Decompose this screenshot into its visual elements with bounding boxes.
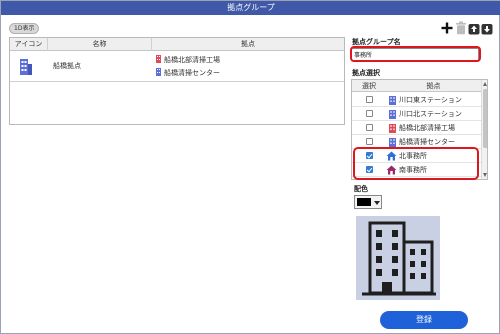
download-icon[interactable] xyxy=(481,21,493,35)
scroll-down-icon[interactable] xyxy=(483,173,487,177)
count-badge: 1D表示 xyxy=(9,23,40,34)
group-table: アイコン 名称 拠点 船橋拠点 船橋北部清掃工場 船橋清掃センター xyxy=(9,37,345,125)
base-select-label: 拠点選択 xyxy=(352,69,380,77)
building-icon xyxy=(389,96,396,105)
list-item[interactable]: 川口東ステーション xyxy=(352,93,481,107)
column-header-base: 拠点 xyxy=(426,82,441,90)
register-button[interactable]: 登録 xyxy=(380,311,468,329)
upload-icon[interactable] xyxy=(468,21,480,35)
building-icon xyxy=(389,124,396,133)
chevron-down-icon xyxy=(374,201,380,205)
row-base-item: 船橋清掃センター xyxy=(156,68,220,78)
row-base-label: 船橋北部清掃工場 xyxy=(164,56,220,64)
building-icon xyxy=(20,59,32,75)
column-header-name: 名称 xyxy=(48,38,152,51)
row-name: 船橋拠点 xyxy=(53,62,81,70)
row-base-label: 船橋清掃センター xyxy=(164,69,220,77)
color-swatch xyxy=(357,198,371,206)
base-label: 川口北ステーション xyxy=(399,110,462,118)
base-label: 川口東ステーション xyxy=(399,96,462,104)
select-checkbox[interactable] xyxy=(366,96,373,103)
column-header-icon: アイコン xyxy=(10,38,48,51)
dialog-window: 拠点グループ 1D表示 アイコン 名称 拠点 船橋拠点 船橋北部清掃工場 船橋清… xyxy=(0,0,500,334)
window-title: 拠点グループ xyxy=(1,1,500,15)
scroll-thumb[interactable] xyxy=(483,89,487,148)
add-icon[interactable] xyxy=(441,21,453,35)
scrollbar[interactable] xyxy=(481,80,487,179)
building-icon xyxy=(362,221,436,296)
highlight-frame xyxy=(353,147,479,180)
building-icon xyxy=(389,138,396,147)
building-icon xyxy=(156,55,161,63)
list-item[interactable]: 船橋北部清掃工場 xyxy=(352,121,481,135)
delete-icon[interactable] xyxy=(455,21,467,35)
building-icon xyxy=(389,110,396,119)
row-base-item: 船橋北部清掃工場 xyxy=(156,55,220,65)
list-item[interactable]: 川口北ステーション xyxy=(352,107,481,121)
table-header: アイコン 名称 拠点 xyxy=(10,38,344,51)
column-header-base: 拠点 xyxy=(241,40,255,48)
icon-preview xyxy=(356,216,440,300)
base-list-header: 選択 拠点 xyxy=(352,80,481,92)
select-checkbox[interactable] xyxy=(366,138,373,145)
select-checkbox[interactable] xyxy=(366,124,373,131)
color-picker-button[interactable] xyxy=(354,195,382,209)
scroll-up-icon[interactable] xyxy=(483,82,487,86)
select-checkbox[interactable] xyxy=(366,110,373,117)
color-label: 配色 xyxy=(354,185,368,193)
building-icon xyxy=(156,68,161,76)
base-label: 船橋清掃センター xyxy=(399,138,455,146)
highlight-frame xyxy=(350,46,481,62)
column-header-select: 選択 xyxy=(362,82,376,90)
base-label: 船橋北部清掃工場 xyxy=(399,124,455,132)
table-row[interactable]: 船橋拠点 船橋北部清掃工場 船橋清掃センター xyxy=(10,52,344,82)
